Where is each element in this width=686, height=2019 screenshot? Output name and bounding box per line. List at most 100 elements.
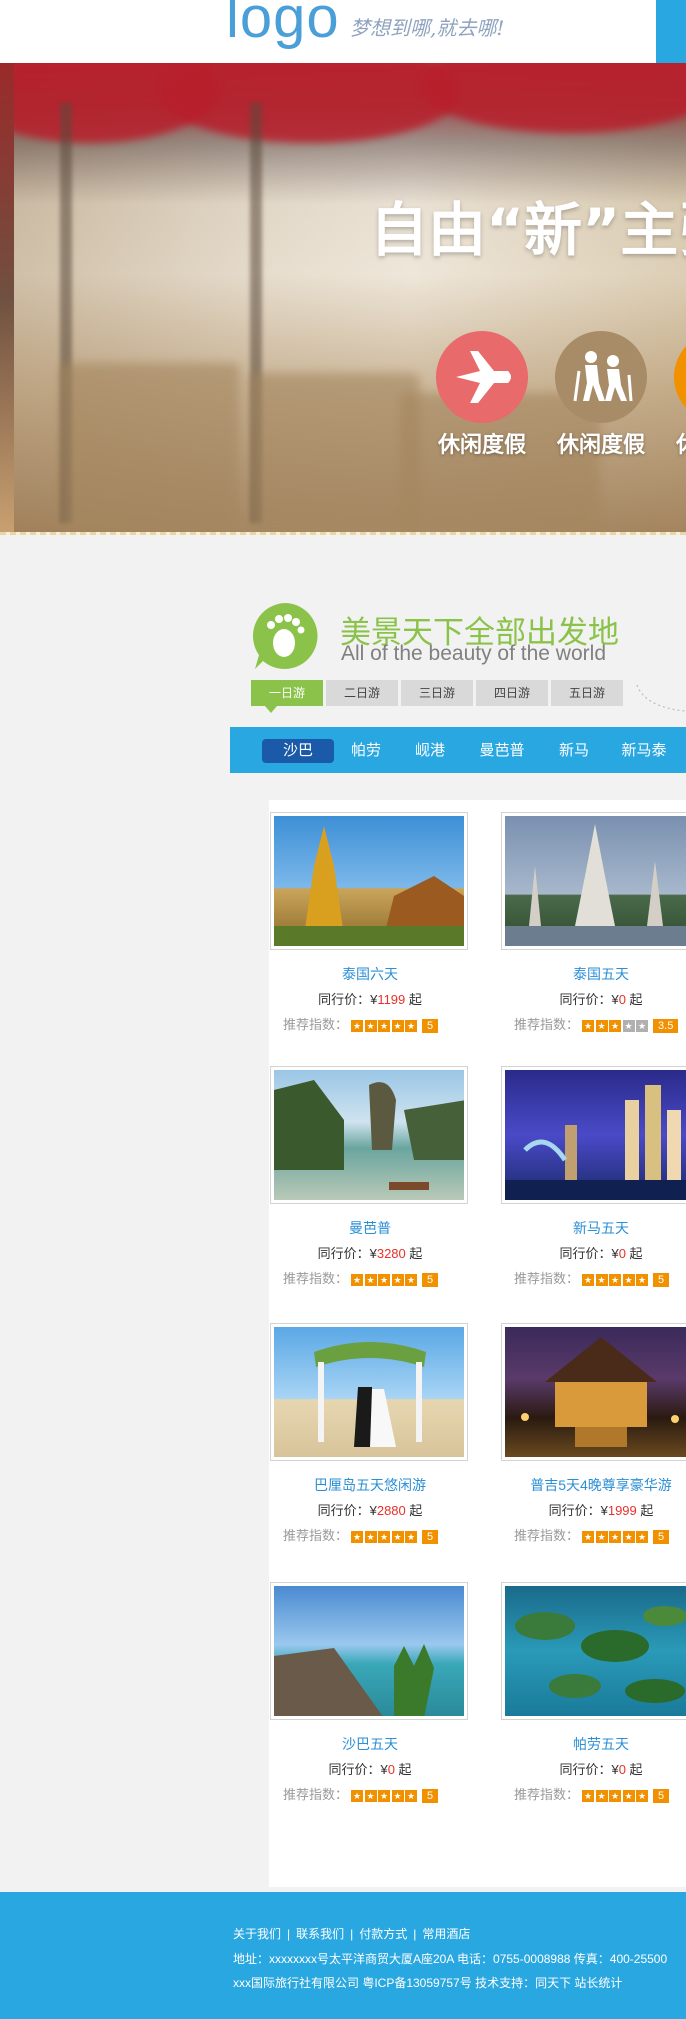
hikers-icon[interactable] xyxy=(555,331,647,423)
star-rating-icon: ★ ★ ★ ★ ★ xyxy=(582,1273,650,1286)
star-icon: ★ xyxy=(636,1273,649,1286)
tab-destination-xinmatai[interactable]: 新马泰 xyxy=(606,739,682,763)
star-icon: ★ xyxy=(351,1273,364,1286)
product-name[interactable]: 帕劳五天 xyxy=(501,1734,686,1754)
footer-link-about[interactable]: 关于我们 xyxy=(233,1927,281,1941)
product-image[interactable] xyxy=(270,1323,468,1461)
star-icon: ★ xyxy=(595,1019,608,1032)
star-icon: ★ xyxy=(609,1019,622,1032)
star-rating-icon: ★ ★ ★ ★ ★ xyxy=(351,1273,419,1286)
category-label[interactable]: 休 xyxy=(676,427,686,459)
star-icon: ★ xyxy=(378,1530,391,1543)
site-footer: 关于我们 | 联系我们 | 付款方式 | 常用酒店 地址：xxxxxxxx号太平洋商贸大厦A… xyxy=(0,1892,686,2019)
banner-umbrella xyxy=(420,63,686,133)
product-name[interactable]: 新马五天 xyxy=(501,1218,686,1238)
tab-destination-danang[interactable]: 岘港 xyxy=(398,739,462,763)
circle-icon[interactable] xyxy=(674,331,686,423)
rating-score-badge: 5 xyxy=(422,1788,439,1803)
tab-day-5[interactable]: 五日游 xyxy=(551,680,623,706)
tab-day-3[interactable]: 三日游 xyxy=(401,680,473,706)
star-icon: ★ xyxy=(391,1789,404,1802)
star-rating-icon: ★ ★ ★ ★ ★ xyxy=(582,1530,650,1543)
star-icon: ★ xyxy=(582,1273,595,1286)
product-name[interactable]: 泰国五天 xyxy=(501,964,686,984)
tab-day-1[interactable]: 一日游 xyxy=(251,680,323,713)
site-logo[interactable]: logo xyxy=(226,0,340,51)
tab-day-label: 二日游 xyxy=(343,686,380,700)
tab-day-2[interactable]: 二日游 xyxy=(326,680,398,706)
product-image[interactable] xyxy=(270,1582,468,1720)
product-rating: 推荐指数： ★ ★ ★ ★ ★ 5 xyxy=(514,1525,686,1544)
star-icon: ★ xyxy=(595,1273,608,1286)
star-icon: ★ xyxy=(351,1789,364,1802)
footer-link-contact[interactable]: 联系我们 xyxy=(296,1927,344,1941)
product-image[interactable] xyxy=(270,812,468,950)
airplane-icon[interactable] xyxy=(436,331,528,423)
tab-destination-manbapu[interactable]: 曼芭普 xyxy=(462,739,542,763)
product-rating: 推荐指数： ★ ★ ★ ★ ★ 5 xyxy=(514,1268,686,1287)
star-icon: ★ xyxy=(609,1530,622,1543)
banner-title: 自由“新”主张 xyxy=(370,196,686,264)
star-icon: ★ xyxy=(391,1019,404,1032)
tab-destination-xinma[interactable]: 新马 xyxy=(542,739,606,763)
rating-score-badge: 5 xyxy=(653,1272,670,1287)
product-rating: 推荐指数： ★ ★ ★ ★ ★ 3.5 xyxy=(514,1014,686,1033)
star-icon: ★ xyxy=(622,1273,635,1286)
destination-tab-bar: 沙巴 帕劳 岘港 曼芭普 新马 新马泰 xyxy=(230,727,686,773)
footer-link-payment[interactable]: 付款方式 xyxy=(359,1927,407,1941)
product-name[interactable]: 沙巴五天 xyxy=(270,1734,470,1754)
category-label[interactable]: 休闲度假 xyxy=(557,427,645,459)
header-accent-block xyxy=(656,0,686,63)
tab-destination-palau[interactable]: 帕劳 xyxy=(334,739,398,763)
product-image[interactable] xyxy=(501,1323,686,1461)
star-rating-icon: ★ ★ ★ ★ ★ xyxy=(351,1019,419,1032)
product-name[interactable]: 泰国六天 xyxy=(270,964,470,984)
product-name[interactable]: 巴厘岛五天悠闲游 xyxy=(270,1475,470,1495)
star-icon: ★ xyxy=(636,1019,649,1032)
footer-address: 地址：xxxxxxxx号太平洋商贸大厦A座20A 电话：0755-0008988… xyxy=(233,1952,668,1966)
product-rating: 推荐指数： ★ ★ ★ ★ ★ 5 xyxy=(283,1784,523,1803)
banner-umbrella xyxy=(160,63,460,143)
tab-day-label: 一日游 xyxy=(268,686,305,700)
tab-day-label: 四日游 xyxy=(493,686,530,700)
product-image[interactable] xyxy=(501,812,686,950)
star-icon: ★ xyxy=(636,1789,649,1802)
star-icon: ★ xyxy=(622,1789,635,1802)
product-name[interactable]: 曼芭普 xyxy=(270,1218,470,1238)
star-icon: ★ xyxy=(351,1530,364,1543)
category-label[interactable]: 休闲度假 xyxy=(438,427,526,459)
product-image[interactable] xyxy=(270,1066,468,1204)
hero-banner[interactable]: 自由“新”主张 休闲度假 休闲度假 休 xyxy=(0,63,686,533)
star-icon: ★ xyxy=(364,1019,377,1032)
star-icon: ★ xyxy=(391,1530,404,1543)
product-rating: 推荐指数： ★ ★ ★ ★ ★ 5 xyxy=(514,1784,686,1803)
star-icon: ★ xyxy=(582,1789,595,1802)
site-slogan: 梦想到哪,就去哪! xyxy=(350,16,505,40)
product-rating: 推荐指数： ★ ★ ★ ★ ★ 5 xyxy=(283,1268,523,1287)
product-image[interactable] xyxy=(501,1066,686,1204)
star-icon: ★ xyxy=(351,1019,364,1032)
star-rating-icon: ★ ★ ★ ★ ★ xyxy=(351,1789,419,1802)
banner-divider xyxy=(0,532,686,535)
star-icon: ★ xyxy=(364,1530,377,1543)
rating-score-badge: 5 xyxy=(422,1272,439,1287)
tab-destination-shaba[interactable]: 沙巴 xyxy=(262,739,334,763)
star-icon: ★ xyxy=(378,1789,391,1802)
tab-day-4[interactable]: 四日游 xyxy=(476,680,548,706)
product-image[interactable] xyxy=(501,1582,686,1720)
tab-day-label: 三日游 xyxy=(418,686,455,700)
rating-score-badge: 5 xyxy=(422,1018,439,1033)
star-icon: ★ xyxy=(405,1019,418,1032)
banner-chair xyxy=(60,363,240,533)
footer-link-hotels[interactable]: 常用酒店 xyxy=(422,1927,470,1941)
star-icon: ★ xyxy=(391,1273,404,1286)
product-price: 同行价：¥3280 起 xyxy=(317,1246,423,1261)
banner-chair xyxy=(250,373,420,533)
product-rating: 推荐指数： ★ ★ ★ ★ ★ 5 xyxy=(283,1525,523,1544)
tab-pointer xyxy=(265,706,277,713)
product-rating: 推荐指数： ★ ★ ★ ★ ★ 5 xyxy=(283,1014,523,1033)
product-price: 同行价：¥1199 起 xyxy=(318,992,422,1007)
star-icon: ★ xyxy=(609,1789,622,1802)
product-name[interactable]: 普吉5天4晚尊享豪华游 xyxy=(501,1475,686,1495)
star-icon: ★ xyxy=(405,1273,418,1286)
